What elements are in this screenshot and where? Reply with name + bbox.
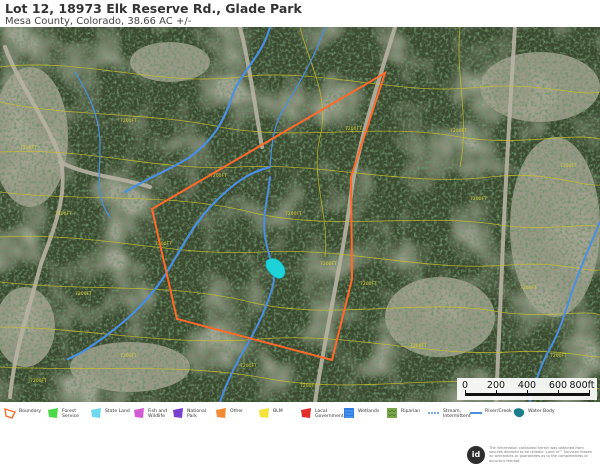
legend-label: Wetlands — [358, 409, 380, 414]
contour-label: 7200FT — [240, 363, 257, 369]
scale-bar: 0 200 400 600 800ft — [457, 378, 597, 400]
scale-label-600: 600 — [548, 380, 568, 391]
fish-wildlife-icon — [134, 408, 144, 418]
contour-label: 7200FT — [155, 241, 172, 247]
contour-label: 7200FT — [345, 126, 362, 132]
legend-label: BLM — [273, 409, 283, 414]
contour-label: 7200FT — [520, 285, 537, 291]
legend-label: State Land — [105, 409, 130, 414]
page-title: Lot 12, 18973 Elk Reserve Rd., Glade Par… — [5, 1, 302, 16]
state-land-icon — [91, 408, 101, 418]
scale-label-800: 800ft — [569, 380, 595, 391]
legend-label: Riparian — [401, 409, 421, 414]
scale-label-400: 400 — [517, 380, 537, 391]
wetlands-icon — [344, 408, 354, 418]
contour-label: 7200FT — [360, 281, 377, 287]
forest-service-icon — [48, 408, 58, 418]
land-id-logo: id — [467, 446, 485, 464]
river-creek-icon — [470, 412, 482, 414]
legend-label: Boundary — [19, 409, 42, 414]
contour-label: 7200FT — [450, 128, 467, 134]
scale-label-200: 200 — [486, 380, 506, 391]
contour-label: 7200FT — [285, 211, 302, 217]
legend-label: National Park — [187, 409, 207, 419]
water-body-icon — [513, 408, 525, 418]
local-government-icon — [301, 408, 311, 418]
legend-label: Stream, Intermittent — [443, 409, 471, 419]
legend-label: Local Government — [315, 409, 344, 419]
contour-label: 7200FT — [320, 261, 337, 267]
contour-label: 7200FT — [120, 118, 137, 124]
disclaimer-text: The information contained herein was obt… — [489, 446, 592, 463]
contour-label: 7200FT — [55, 211, 72, 217]
stream-intermittent-icon — [428, 412, 440, 414]
scale-label-0: 0 — [461, 380, 469, 391]
blm-icon — [259, 408, 269, 418]
other-icon — [216, 408, 226, 418]
contour-label: 7200FT — [550, 353, 567, 359]
contour-label: 7200FT — [30, 378, 47, 384]
contour-label: 7200FT — [75, 291, 92, 297]
contour-label: 7200FT — [560, 163, 577, 169]
contour-label: 7200FT — [20, 145, 37, 151]
national-park-icon — [173, 408, 183, 418]
map-legend: Boundary Forest Service State Land Fish … — [0, 402, 600, 424]
map-header: Lot 12, 18973 Elk Reserve Rd., Glade Par… — [5, 2, 595, 28]
contour-label: 7200FT — [470, 196, 487, 202]
riparian-icon — [387, 408, 397, 418]
map-canvas[interactable]: 7200FT 7200FT 7200FT 7200FT 7200FT 7200F… — [0, 27, 600, 402]
legend-label: Water Body — [528, 409, 555, 414]
contour-label: 7200FT — [300, 383, 317, 389]
contour-label: 7200FT — [120, 353, 137, 359]
legend-label: River/Creek — [485, 409, 512, 414]
legend-label: Forest Service — [62, 409, 79, 419]
contour-label: 7200FT — [410, 343, 427, 349]
satellite-map[interactable]: 7200FT 7200FT 7200FT 7200FT 7200FT 7200F… — [0, 27, 600, 402]
legend-label: Other — [230, 409, 244, 414]
boundary-icon — [4, 408, 16, 419]
